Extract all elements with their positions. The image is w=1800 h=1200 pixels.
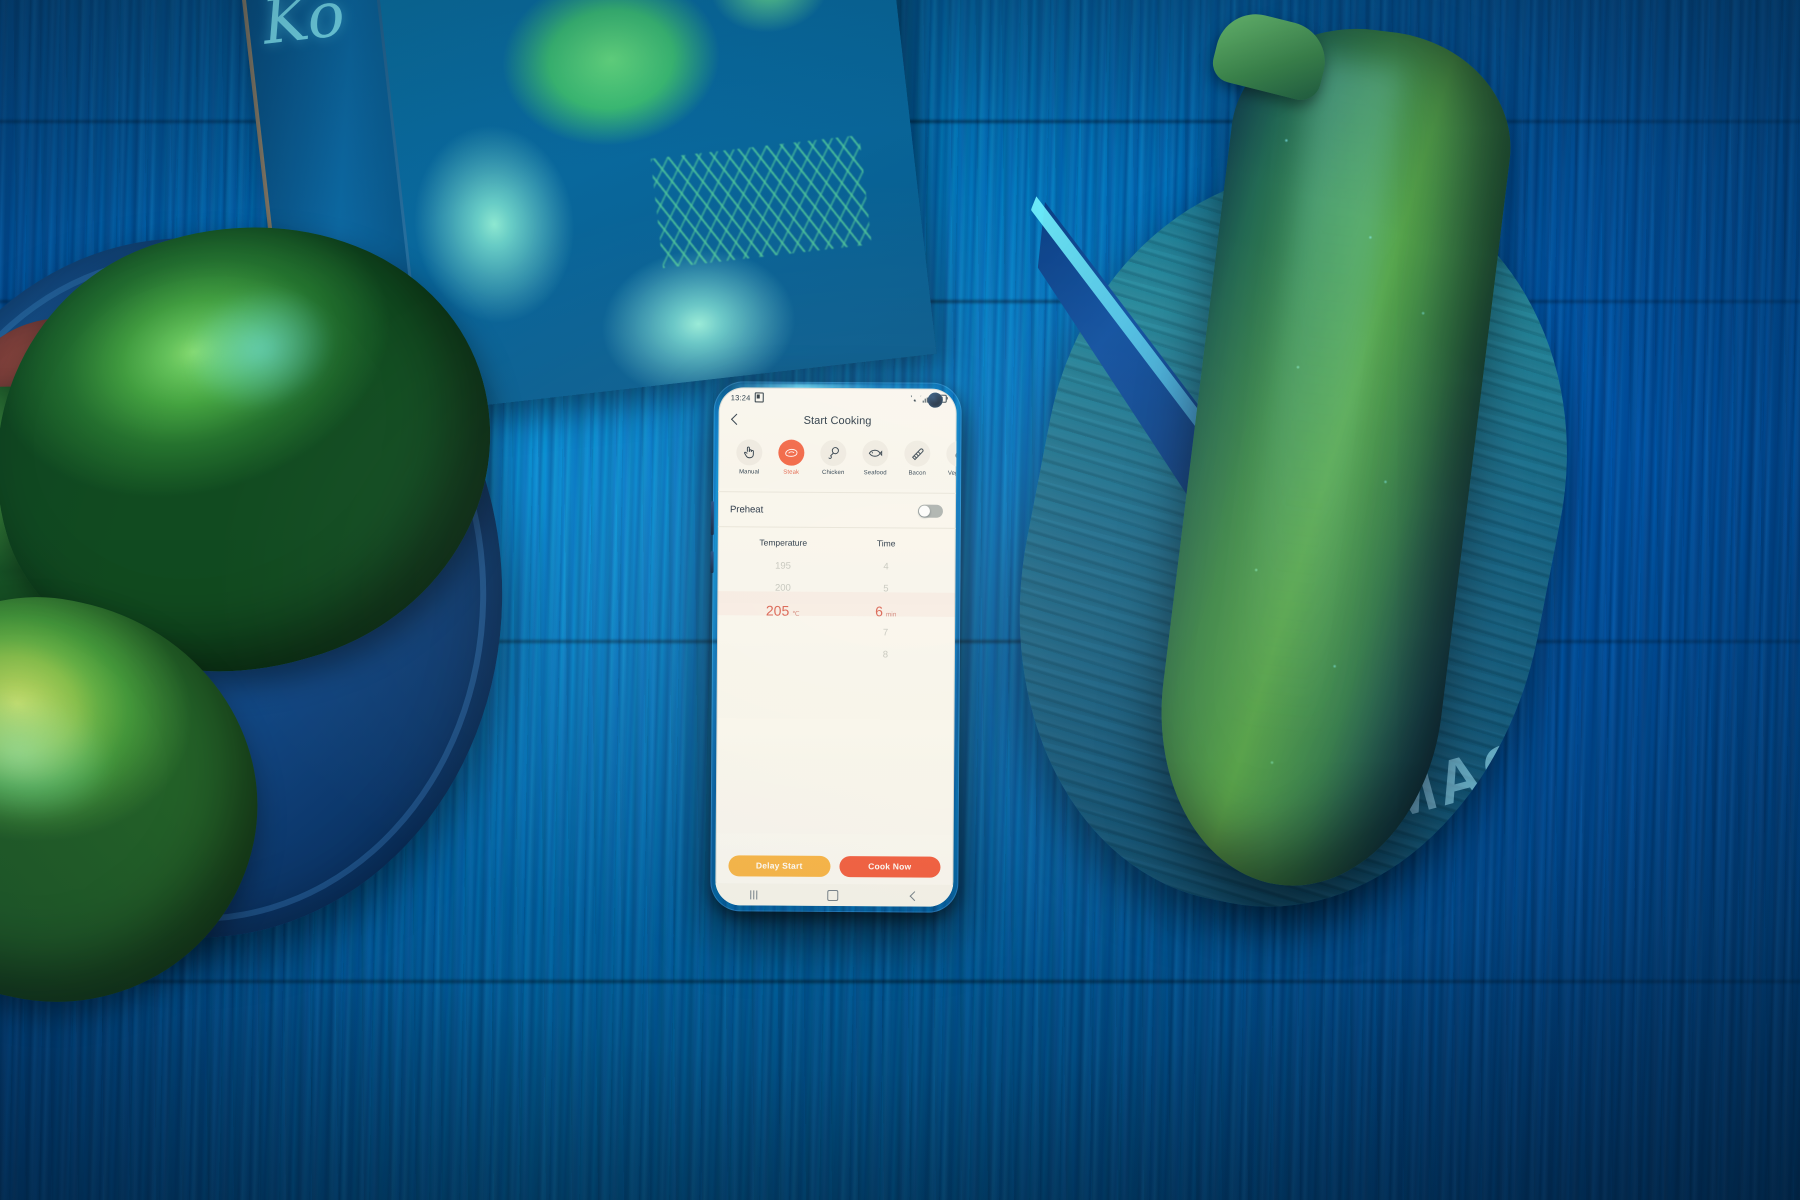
cook-now-button[interactable]: Cook Now <box>838 855 941 878</box>
tab-steak[interactable]: Steak <box>770 439 812 476</box>
time-option[interactable]: 4 <box>883 556 888 578</box>
temperature-picker[interactable]: Temperature 195 200 205 ℃ <box>716 537 835 848</box>
fish-icon <box>862 440 889 467</box>
cookbook-title: Ko <box>258 0 349 59</box>
time-value: 6 <box>875 603 883 620</box>
home-icon[interactable] <box>827 889 839 901</box>
pepper-highlight <box>0 670 125 837</box>
drumstick-icon <box>820 439 847 467</box>
temperature-option-selected[interactable]: 205 ℃ <box>766 600 800 622</box>
temperature-value: 195 <box>775 560 792 572</box>
recents-icon[interactable] <box>750 889 758 899</box>
temperature-option[interactable]: 195 <box>775 556 791 578</box>
wifi-icon <box>910 395 919 402</box>
photo-scene: Ko MAC 13:24 Start Cooking Manual Steak … <box>0 0 1800 1200</box>
tab-label: Seafood <box>863 470 887 477</box>
tab-label: Chicken <box>821 469 845 477</box>
tab-label: Bacon <box>908 470 926 477</box>
phone-screen: 13:24 Start Cooking Manual Steak Chicken… <box>715 387 957 907</box>
phone-power-button[interactable] <box>710 551 714 574</box>
delay-start-button[interactable]: Delay Start <box>728 854 831 877</box>
time-value: 5 <box>883 583 889 595</box>
app-header: Start Cooking <box>718 407 956 435</box>
value-picker-area[interactable]: Temperature 195 200 205 ℃ Time 4 5 6 min… <box>716 527 956 849</box>
tab-seafood[interactable]: Seafood <box>854 440 896 476</box>
time-option[interactable]: 7 <box>883 622 888 644</box>
preheat-row[interactable]: Preheat <box>718 492 956 528</box>
time-option[interactable]: 5 <box>883 578 888 600</box>
temperature-header: Temperature <box>759 537 808 548</box>
temperature-value: 205 <box>765 602 790 619</box>
temperature-option[interactable]: 200 <box>775 578 791 600</box>
tab-vegetables[interactable]: Vegetab <box>938 440 957 477</box>
temperature-unit: ℃ <box>792 610 800 618</box>
temperature-value: 200 <box>774 582 791 594</box>
time-picker[interactable]: Time 4 5 6 min 7 8 <box>833 538 956 849</box>
status-bar: 13:24 <box>719 387 957 409</box>
category-tab-bar[interactable]: Manual Steak Chicken Seafood Bacon Veget… <box>718 433 957 493</box>
time-option[interactable]: 8 <box>883 644 888 666</box>
android-navigation-bar[interactable] <box>715 883 954 907</box>
tab-label: Manual <box>739 469 760 476</box>
status-time: 13:24 <box>730 392 751 402</box>
status-bar-left: 13:24 <box>730 392 764 403</box>
pepper-highlight <box>171 271 350 428</box>
smartphone: 13:24 Start Cooking Manual Steak Chicken… <box>710 381 962 913</box>
phone-volume-button[interactable] <box>710 501 715 536</box>
toggle-knob <box>918 505 930 517</box>
bacon-icon <box>904 440 931 467</box>
preheat-toggle[interactable] <box>917 504 943 518</box>
back-icon[interactable] <box>908 891 918 901</box>
front-camera-punch-hole <box>927 392 943 408</box>
steak-icon <box>778 439 805 466</box>
page-title: Start Cooking <box>803 414 872 428</box>
time-value: 8 <box>882 649 889 661</box>
tab-label: Vegetab <box>947 470 957 477</box>
hand-tap-icon <box>736 439 763 466</box>
table-plank-seam <box>0 980 1800 983</box>
time-value: 7 <box>882 627 889 639</box>
tab-manual[interactable]: Manual <box>728 439 770 475</box>
tab-bacon[interactable]: Bacon <box>896 440 938 477</box>
tab-label: Steak <box>783 469 800 476</box>
time-value: 4 <box>883 561 889 573</box>
vegetable-icon <box>946 440 957 467</box>
preheat-label: Preheat <box>729 503 764 515</box>
time-option-selected[interactable]: 6 min <box>875 600 896 622</box>
time-header: Time <box>876 538 896 549</box>
action-button-row: Delay Start Cook Now <box>715 847 953 885</box>
sd-card-icon <box>754 392 764 403</box>
tab-chicken[interactable]: Chicken <box>812 439 854 477</box>
